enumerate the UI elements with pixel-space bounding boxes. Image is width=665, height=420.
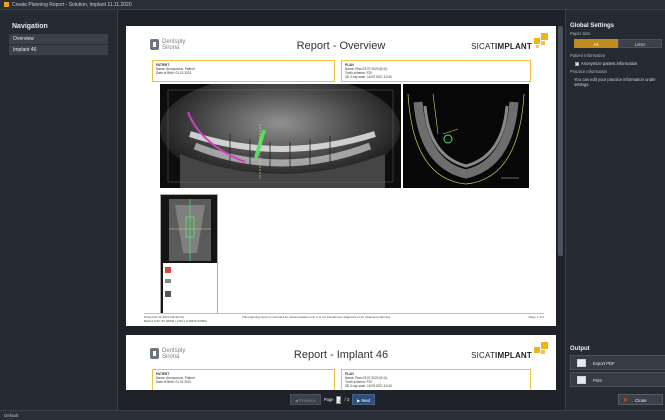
output-heading: Output xyxy=(570,346,590,352)
sicat-implant-logo: SICATIMPLANT xyxy=(471,351,532,360)
next-page-button[interactable]: ▶ Next xyxy=(352,394,376,405)
nav-item-implant-46[interactable]: Implant 46 xyxy=(9,45,108,56)
page-total: / 3 xyxy=(344,397,350,402)
window-title: Create Planning Report - Solution, Impla… xyxy=(12,2,132,8)
settings-panel: Global Settings Paper Size A4 Letter Pat… xyxy=(565,10,665,410)
paper-size-toggle: A4 Letter xyxy=(574,39,662,48)
patient-info-box: PATIENT Name: Anonymous, Patient Date of… xyxy=(152,60,335,82)
plan-info-box: PLAN Name: Plan 03.07.2020 (6:11) Tooth … xyxy=(341,369,531,390)
report-footer: Printed 07.10.2021 (09:40:12) Build 2.0.6… xyxy=(144,313,544,323)
app-icon xyxy=(4,2,9,7)
anonymize-checkbox[interactable]: Anonymize patient information xyxy=(566,61,665,66)
print-button[interactable]: Print xyxy=(570,372,665,387)
practice-information-text: You can edit your practice information u… xyxy=(574,77,656,87)
patient-information-label: Patient Information xyxy=(570,53,606,58)
close-button[interactable]: ✕ Close xyxy=(618,394,663,405)
nav-item-overview[interactable]: Overview xyxy=(9,34,108,45)
plan-info-box: PLAN Name: Plan 03.07.2020 (6:11) Tooth … xyxy=(341,60,531,82)
panoramic-xray-image xyxy=(160,84,401,188)
pdf-icon xyxy=(577,359,586,367)
paper-size-a4[interactable]: A4 xyxy=(574,39,618,48)
paper-size-label: Paper Size xyxy=(570,31,591,36)
page-navigator: ◀ Previous Page 1 / 3 ▶ Next xyxy=(290,393,400,406)
previous-page-button[interactable]: ◀ Previous xyxy=(290,394,321,405)
global-settings-heading: Global Settings xyxy=(570,23,615,29)
axial-slice-image xyxy=(403,84,529,188)
cross-section-image xyxy=(160,194,218,314)
sicat-implant-logo: SICATIMPLANT xyxy=(471,42,532,51)
close-icon: ✕ xyxy=(623,398,629,404)
page-number-input[interactable]: 1 xyxy=(336,395,342,404)
status-bar: Default xyxy=(0,410,665,420)
checkbox-check-icon xyxy=(575,61,579,66)
status-text: Default xyxy=(4,413,19,418)
page-indicator: Page xyxy=(323,397,334,402)
title-bar: Create Planning Report - Solution, Impla… xyxy=(0,0,665,10)
sicat-cubes-icon xyxy=(534,33,548,49)
navigation-panel: Navigation Overview Implant 46 xyxy=(0,10,118,410)
sicat-cubes-icon xyxy=(534,342,548,358)
printer-icon xyxy=(577,376,586,384)
preview-scrollbar[interactable] xyxy=(558,26,563,256)
export-pdf-button[interactable]: Export PDF xyxy=(570,355,665,370)
paper-size-letter[interactable]: Letter xyxy=(618,39,662,48)
patient-info-box: PATIENT Name: Anonymous, Patient Date of… xyxy=(152,369,335,390)
navigation-heading: Navigation xyxy=(12,23,48,30)
report-page-implant-46: Dentsply Sirona Report - Implant 46 SICA… xyxy=(126,335,556,390)
report-preview[interactable]: Dentsply Sirona Report - Overview SICATI… xyxy=(118,10,565,390)
report-page-overview: Dentsply Sirona Report - Overview SICATI… xyxy=(126,26,556,326)
